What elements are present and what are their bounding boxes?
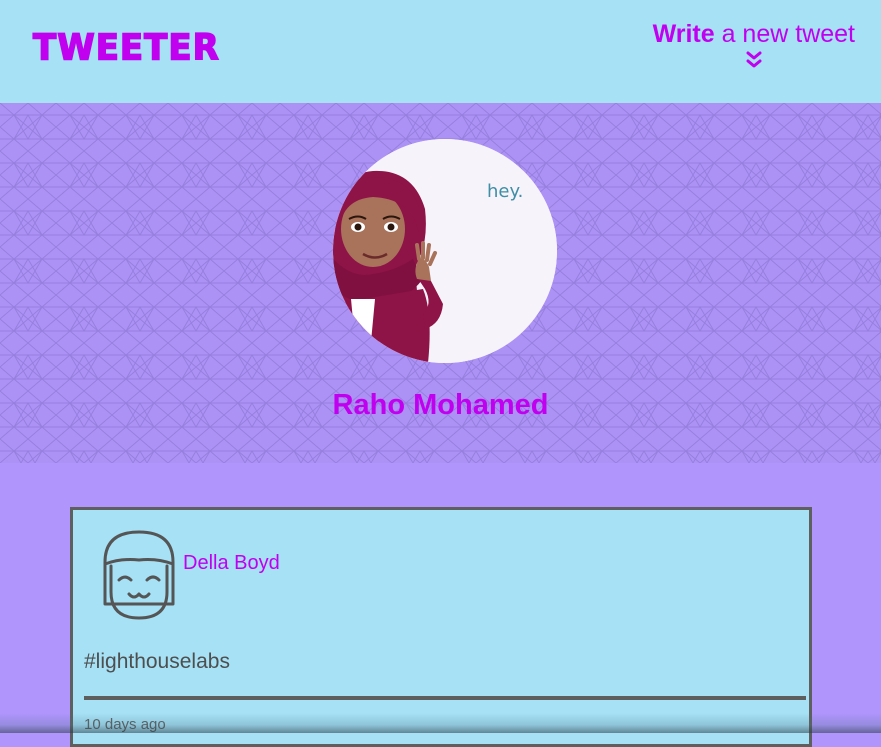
profile-header: hey. Raho Mohamed — [0, 103, 881, 463]
tweet-content: #lighthouselabs — [84, 650, 230, 673]
navbar: TWEETER Write a new tweet — [0, 0, 881, 103]
compose-tweet-toggle[interactable]: Write a new tweet — [653, 20, 855, 69]
brand-logo[interactable]: TWEETER — [32, 26, 220, 70]
tweet-card: Della Boyd #lighthouselabs 10 days ago — [70, 507, 812, 747]
avatar-girl-icon — [103, 530, 175, 620]
tweet-timestamp: 10 days ago — [84, 716, 166, 733]
tweet-author-name[interactable]: Della Boyd — [183, 552, 280, 575]
bitmoji-avatar-illustration: hey. — [333, 139, 557, 363]
avatar-caption: hey. — [487, 181, 523, 202]
compose-label-rest: a new tweet — [714, 20, 855, 48]
tweet-divider — [84, 696, 806, 700]
profile-name: Raho Mohamed — [332, 389, 549, 421]
double-chevron-down-icon — [746, 51, 762, 68]
compose-label-strong: Write — [652, 20, 715, 48]
profile-avatar[interactable]: hey. — [333, 139, 557, 363]
